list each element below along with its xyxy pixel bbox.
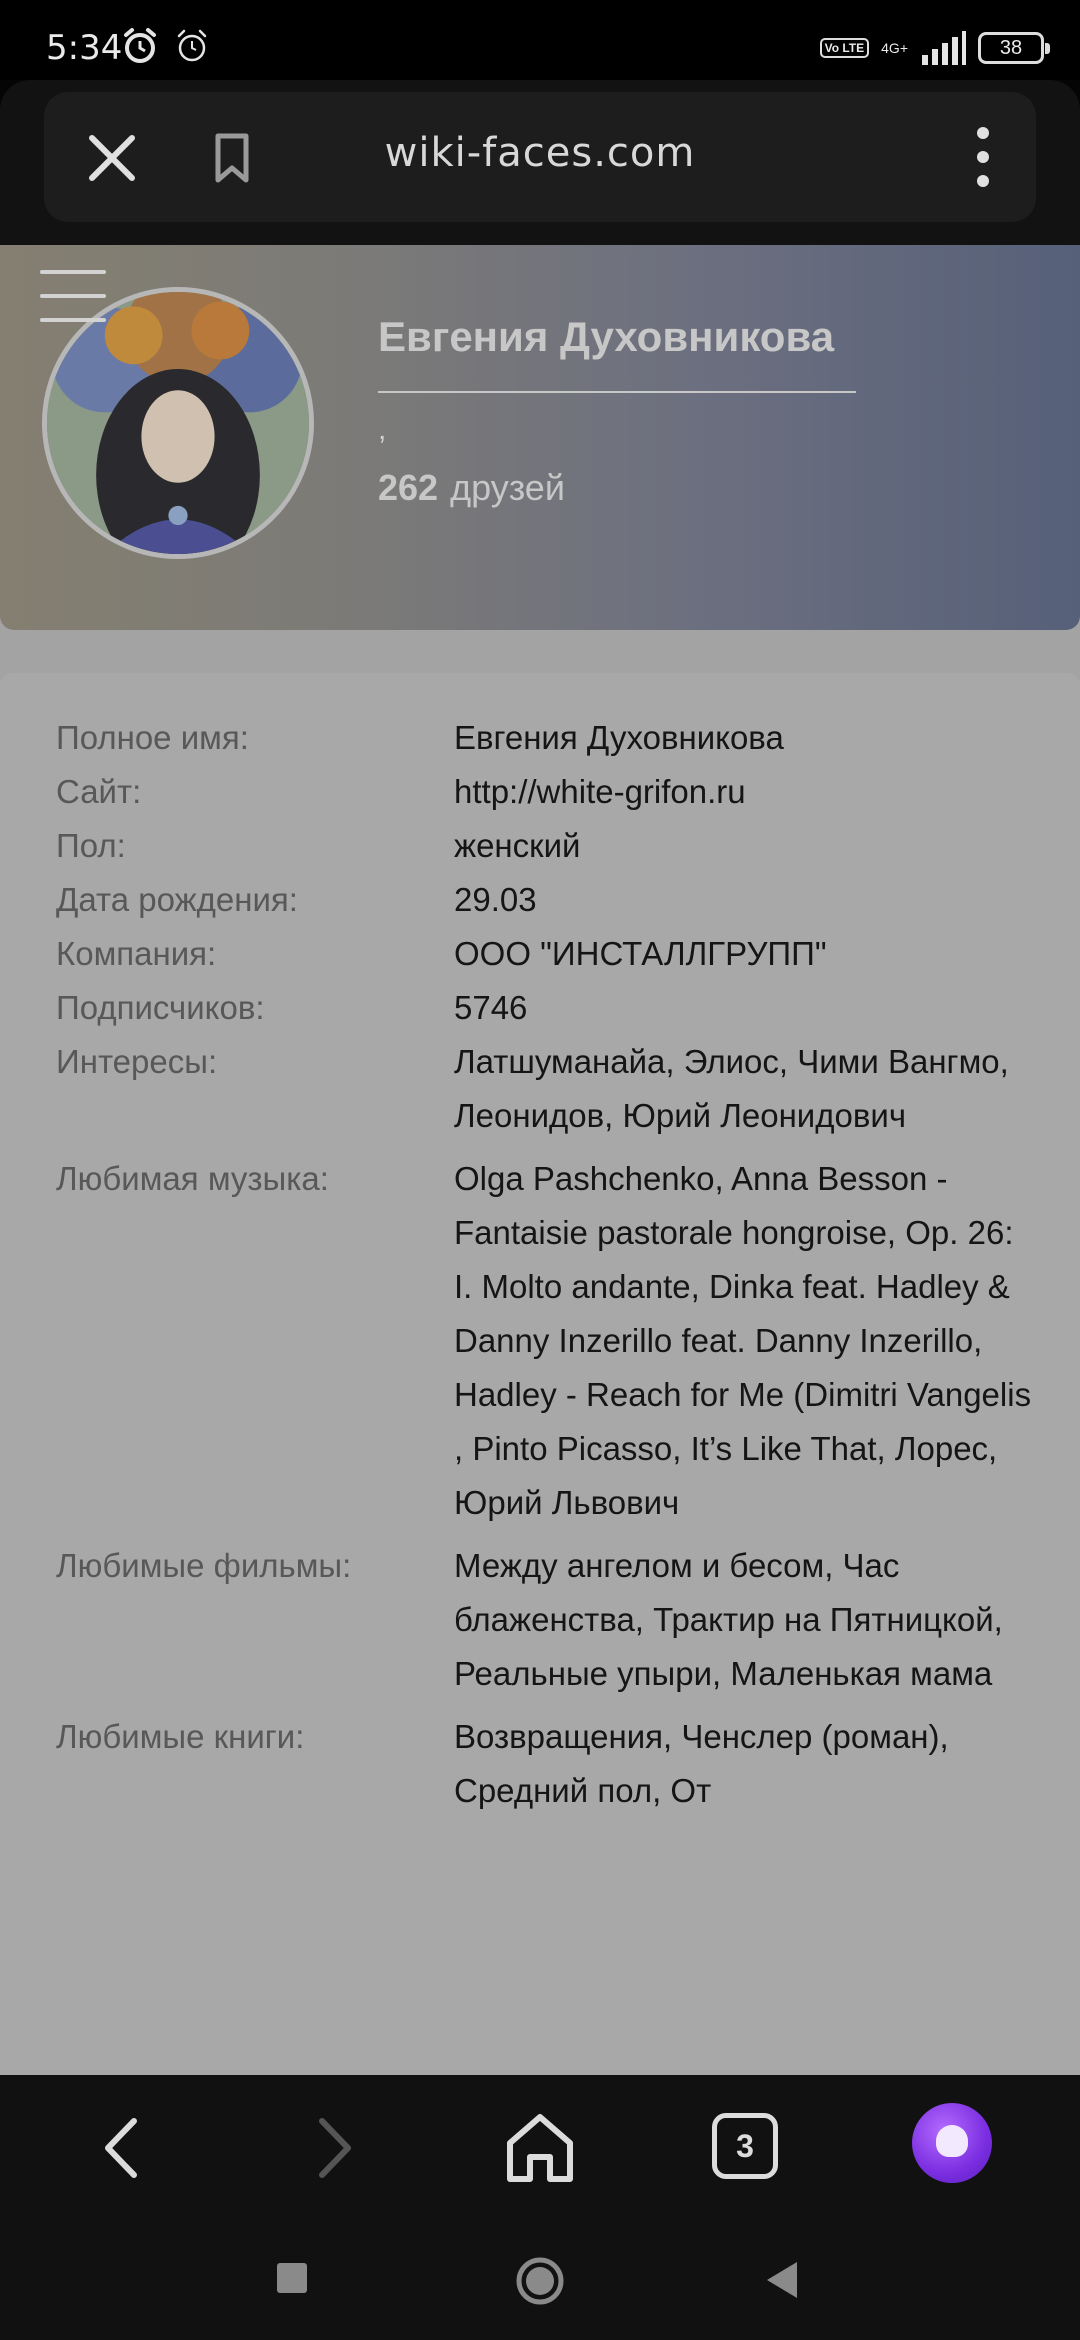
info-row-films: Любимые фильмы: Между ангелом и бесом, Ч… xyxy=(0,1547,1080,1701)
info-label: Компания: xyxy=(56,935,217,972)
info-label: Интересы: xyxy=(56,1043,218,1080)
info-row-company: Компания: ООО "ИНСТАЛЛГРУПП" xyxy=(0,935,1080,972)
info-value: 5746 xyxy=(454,989,528,1026)
home-icon[interactable] xyxy=(500,2107,580,2187)
friends-count[interactable]: 262 друзей xyxy=(378,467,565,509)
site-link[interactable]: http://white-grifon.ru xyxy=(454,773,1034,810)
tabs-button[interactable]: 3 xyxy=(712,2113,778,2179)
avatar-image xyxy=(47,292,309,554)
browser-toolbar: wiki-faces.com xyxy=(0,80,1080,245)
alarm-outline-icon xyxy=(177,29,207,62)
info-label: Сайт: xyxy=(56,773,142,810)
recent-apps-icon[interactable] xyxy=(274,2260,310,2296)
info-value: женский xyxy=(454,827,581,864)
info-row-books: Любимые книги: Возвращения, Ченслер (ром… xyxy=(0,1718,1080,1818)
info-value: ООО "ИНСТАЛЛГРУПП" xyxy=(454,935,827,972)
info-row-music: Любимая музыка: Olga Pashchenko, Anna Be… xyxy=(0,1160,1080,1530)
signal-icon xyxy=(922,31,966,65)
info-label: Полное имя: xyxy=(56,719,249,756)
info-label: Пол: xyxy=(56,827,126,864)
status-indicators: Vo LTE 4G+ 38 xyxy=(819,28,1050,68)
more-vertical-icon[interactable] xyxy=(970,124,996,190)
forward-arrow-icon[interactable] xyxy=(298,2113,368,2183)
address-bar[interactable]: wiki-faces.com xyxy=(44,92,1036,222)
info-label: Подписчиков: xyxy=(56,989,265,1026)
url-text[interactable]: wiki-faces.com xyxy=(44,130,1036,176)
friends-label: друзей xyxy=(450,467,565,508)
info-label: Дата рождения: xyxy=(56,881,298,918)
info-value: Латшуманайа, Элиос, Чими Вангмо, Леонидо… xyxy=(454,1043,1009,1134)
info-card: Полное имя: Евгения Духовникова Сайт: ht… xyxy=(0,673,1080,2075)
info-label: Любимые книги: xyxy=(56,1718,305,1755)
info-row-fullname: Полное имя: Евгения Духовникова xyxy=(0,719,1080,756)
info-value: Между ангелом и бесом, Час блаженства, Т… xyxy=(454,1547,1003,1692)
back-arrow-icon[interactable] xyxy=(88,2113,158,2183)
system-back-icon[interactable] xyxy=(764,2260,800,2300)
info-row-interests: Интересы: Латшуманайа, Элиос, Чими Вангм… xyxy=(0,1043,1080,1143)
info-value: Евгения Духовникова xyxy=(454,719,784,756)
info-value: Возвращения, Ченслер (роман), Средний по… xyxy=(454,1718,949,1809)
info-value: Olga Pashchenko, Anna Besson - Fantaisie… xyxy=(454,1160,1032,1521)
volte-icon: Vo LTE xyxy=(819,38,870,58)
info-label: Любимые фильмы: xyxy=(56,1547,352,1584)
info-row-birthdate: Дата рождения: 29.03 xyxy=(0,881,1080,918)
network-type: 4G+ xyxy=(881,40,908,56)
info-row-followers: Подписчиков: 5746 xyxy=(0,989,1080,1026)
info-value: 29.03 xyxy=(454,881,537,918)
friends-number: 262 xyxy=(378,467,439,508)
profile-name: Евгения Духовникова xyxy=(378,313,835,360)
info-row-gender: Пол: женский xyxy=(0,827,1080,864)
menu-hamburger-icon[interactable] xyxy=(40,270,106,326)
info-row-site: Сайт: http://white-grifon.ru xyxy=(0,773,1080,810)
browser-bottom-bar: 3 xyxy=(0,2075,1080,2215)
battery-icon: 38 xyxy=(978,32,1050,64)
profile-header: Евгения Духовникова , 262 друзей xyxy=(0,245,1080,630)
profile-location: , xyxy=(378,413,387,446)
name-divider xyxy=(378,391,856,393)
avatar[interactable] xyxy=(42,287,314,559)
status-time: 5:34 xyxy=(46,28,123,68)
status-bar: 5:34 Vo LTE 4G+ 38 xyxy=(0,0,1080,80)
system-nav-bar xyxy=(0,2215,1080,2340)
alice-assistant-icon[interactable] xyxy=(912,2103,992,2183)
system-home-icon[interactable] xyxy=(514,2255,566,2307)
info-label: Любимая музыка: xyxy=(56,1160,329,1197)
web-page: Евгения Духовникова , 262 друзей Полное и… xyxy=(0,245,1080,2075)
alarm-icon xyxy=(124,28,156,63)
